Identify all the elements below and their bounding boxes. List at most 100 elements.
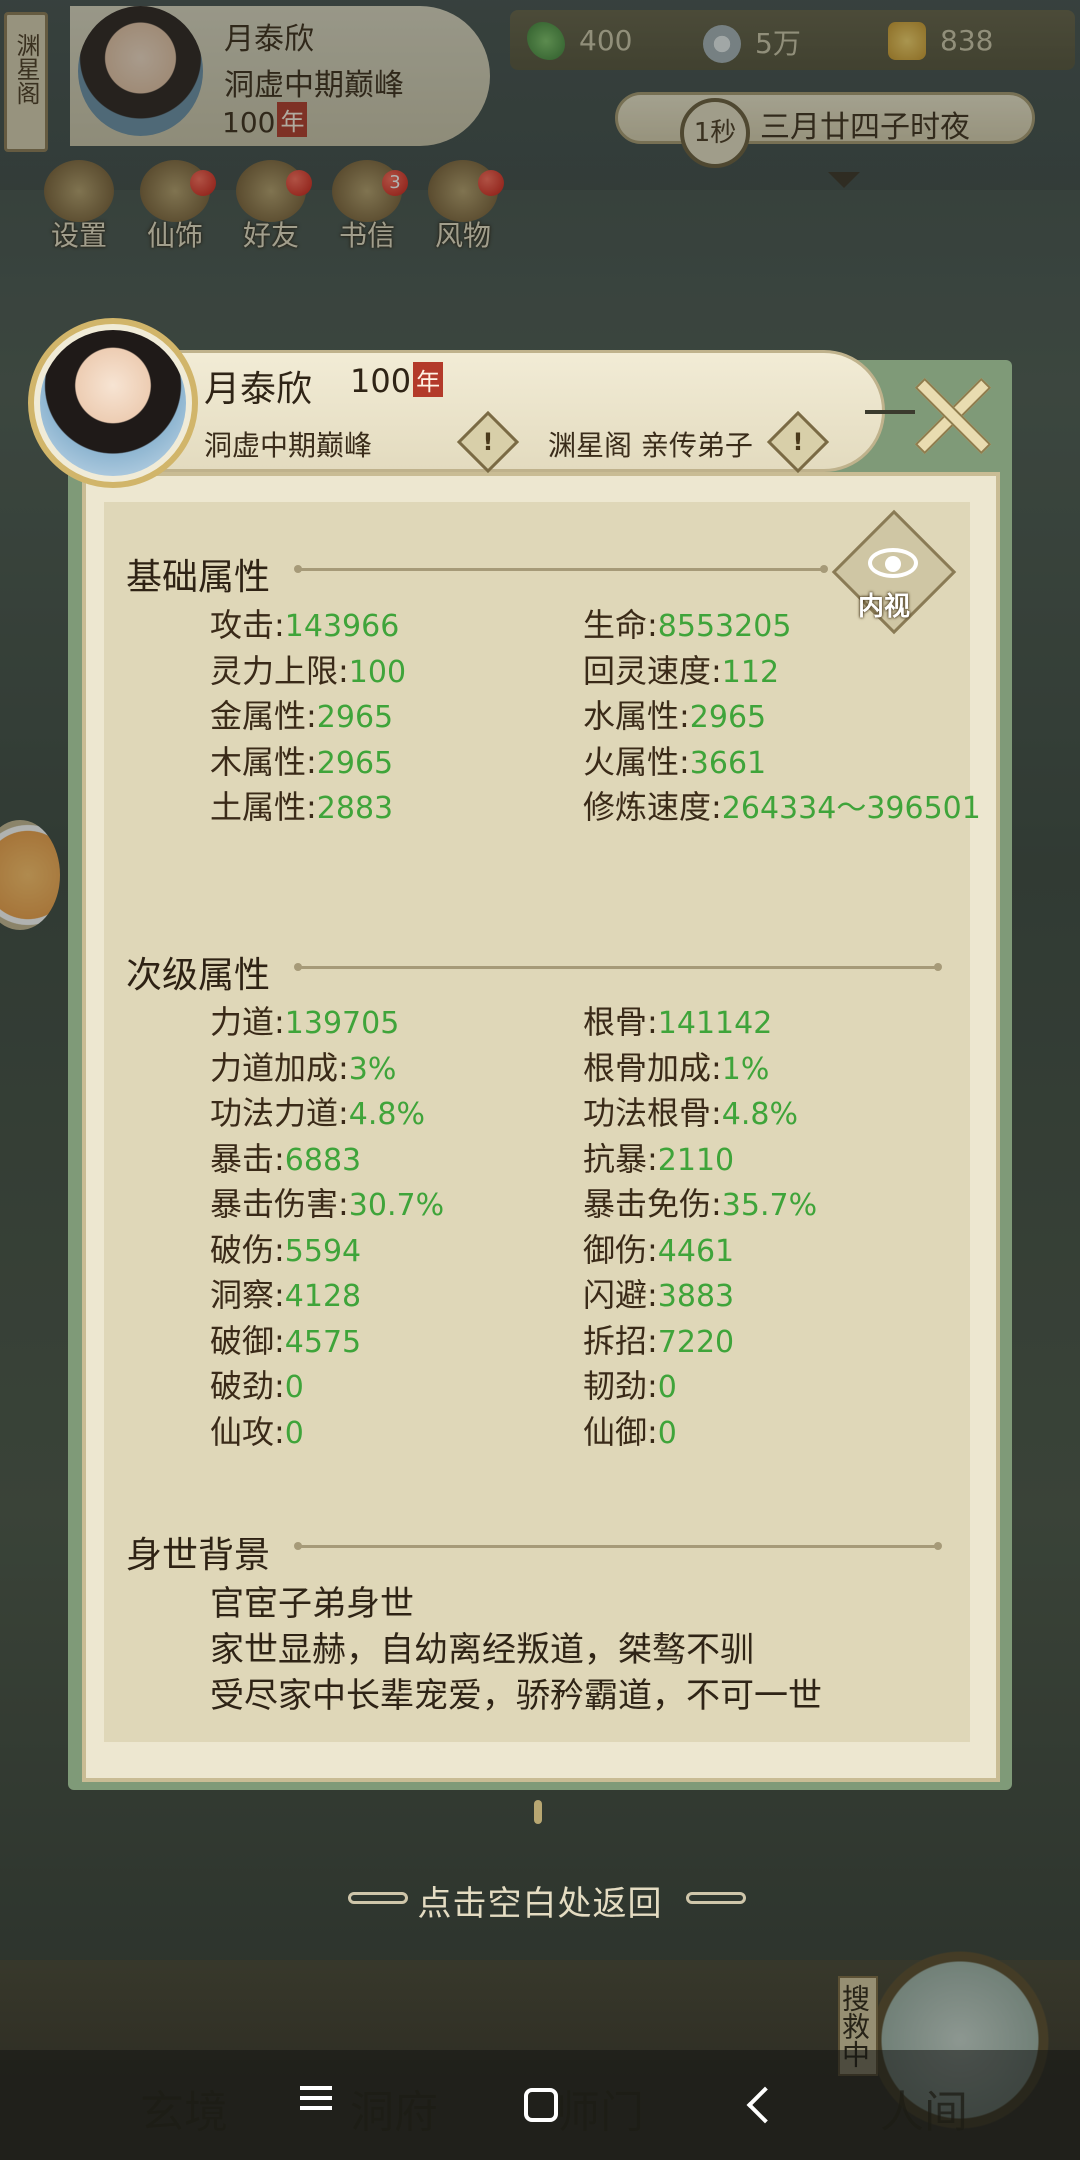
basic-attr: 灵力上限:100 [210,651,407,690]
attr-value: 30.7% [348,1188,445,1223]
attr-label: 木属性 [210,742,307,781]
attr-value: 2883 [316,791,394,826]
attr-value: 2965 [316,745,394,781]
attr-value: 139705 [284,1006,400,1041]
section-divider [294,963,942,971]
attr-label: 土属性 [210,788,307,826]
secondary-attr: 功法力道:4.8% [210,1094,426,1132]
attr-value: 100 [348,654,407,690]
attr-value: 0 [284,1415,304,1451]
attr-value: 0 [657,1370,677,1405]
secondary-attributes-title: 次级属性 [126,955,271,996]
sect-info-glyph: ! [792,428,804,456]
attr-value: 4.8% [721,1097,799,1132]
attr-value: 141142 [657,1006,773,1041]
realm-info-glyph: ! [482,428,494,456]
attr-value: 0 [284,1370,304,1405]
attr-label: 抗暴 [583,1139,648,1178]
attr-value: 0 [657,1415,677,1451]
panel-realm: 洞虚中期巅峰 [204,429,373,462]
attr-label: 韧劲 [583,1367,648,1405]
secondary-attr: 仙攻:0 [210,1412,304,1451]
panel-age-value: 100 [350,362,412,400]
secondary-attr: 暴击:6883 [210,1139,362,1178]
attr-label: 金属性 [210,697,307,735]
close-icon[interactable] [912,375,990,453]
attr-label: 功法力道 [210,1094,339,1132]
attr-value: 3883 [657,1279,735,1314]
attr-label: 回灵速度 [583,651,712,690]
secondary-attr: 洞察:4128 [210,1276,362,1314]
attr-value: 3661 [689,745,767,781]
background-line: 受尽家中长辈宠爱，骄矜霸道，不可一世 [210,1676,822,1716]
background-line: 家世显赫，自幼离经叛道，桀骜不驯 [210,1630,754,1670]
attr-value: 4128 [284,1279,362,1314]
secondary-attr: 根骨:141142 [583,1003,773,1041]
attr-value: 8553205 [657,609,792,644]
attr-label: 根骨加成 [583,1048,712,1087]
panel-hook [534,1800,542,1824]
attr-label: 拆招 [583,1321,648,1360]
attr-value: 143966 [284,609,400,644]
attr-value: 4.8% [348,1097,426,1132]
attr-value: 2965 [689,700,767,735]
panel-player-age: 100 年 [350,362,444,400]
secondary-attr: 力道:139705 [210,1003,400,1041]
tap-to-return-hint: 点击空白处返回 [417,1884,663,1924]
attr-value: 5594 [284,1233,362,1269]
attr-label: 暴击免伤 [583,1185,712,1223]
panel-age-unit: 年 [413,362,444,397]
basic-attr: 修炼速度:264334～396501 [583,788,981,826]
eye-icon [868,548,918,578]
secondary-attr: 闪避:3883 [583,1276,735,1314]
attr-label: 攻击 [210,606,275,644]
attr-label: 力道 [210,1003,275,1041]
close-divider [865,410,915,414]
secondary-attr: 拆招:7220 [583,1321,735,1360]
attr-label: 功法根骨 [583,1094,712,1132]
attr-value: 2965 [316,700,394,735]
section-divider [294,1542,942,1550]
secondary-attr: 功法根骨:4.8% [583,1094,799,1132]
attr-value: 1% [721,1051,770,1087]
secondary-attr: 御伤:4461 [583,1230,735,1269]
attr-label: 仙攻 [210,1412,275,1451]
secondary-attr: 抗暴:2110 [583,1139,735,1178]
background-line: 官宦子弟身世 [210,1584,414,1624]
attr-label: 灵力上限 [210,651,339,690]
basic-attr: 攻击:143966 [210,606,400,644]
secondary-attr: 破御:4575 [210,1321,362,1360]
basic-attr: 火属性:3661 [583,742,767,781]
panel-player-name: 月泰欣 [204,369,313,410]
basic-attr: 金属性:2965 [210,697,394,735]
secondary-attr: 力道加成:3% [210,1048,397,1087]
basic-attr: 生命:8553205 [583,606,792,644]
secondary-attr: 根骨加成:1% [583,1048,770,1087]
attr-label: 火属性 [583,742,680,781]
attr-label: 暴击 [210,1139,275,1178]
secondary-attr: 暴击免伤:35.7% [583,1185,818,1223]
panel-avatar [40,330,186,476]
hint-deco-right [686,1892,746,1904]
section-divider [294,565,828,573]
home-icon[interactable] [524,2088,558,2122]
background-title: 身世背景 [126,1535,271,1576]
attr-value: 7220 [657,1324,735,1360]
secondary-attr: 破伤:5594 [210,1230,362,1269]
attr-label: 生命 [583,606,648,644]
attr-value: 2110 [657,1142,735,1178]
attr-value: 4575 [284,1324,362,1360]
attr-label: 仙御 [583,1412,648,1451]
attr-label: 御伤 [583,1230,648,1269]
attr-value: 4461 [657,1233,735,1269]
attr-value: 264334～396501 [721,791,981,826]
basic-attributes-title: 基础属性 [126,557,271,598]
attr-value: 6883 [284,1142,362,1178]
attr-label: 力道加成 [210,1048,339,1087]
attr-label: 破御 [210,1321,275,1360]
secondary-attr: 破劲:0 [210,1367,304,1405]
secondary-attr: 仙御:0 [583,1412,677,1451]
attr-label: 洞察 [210,1276,275,1314]
panel-sect: 渊星阁 亲传弟子 [548,429,753,462]
menu-icon[interactable] [300,2080,332,2116]
